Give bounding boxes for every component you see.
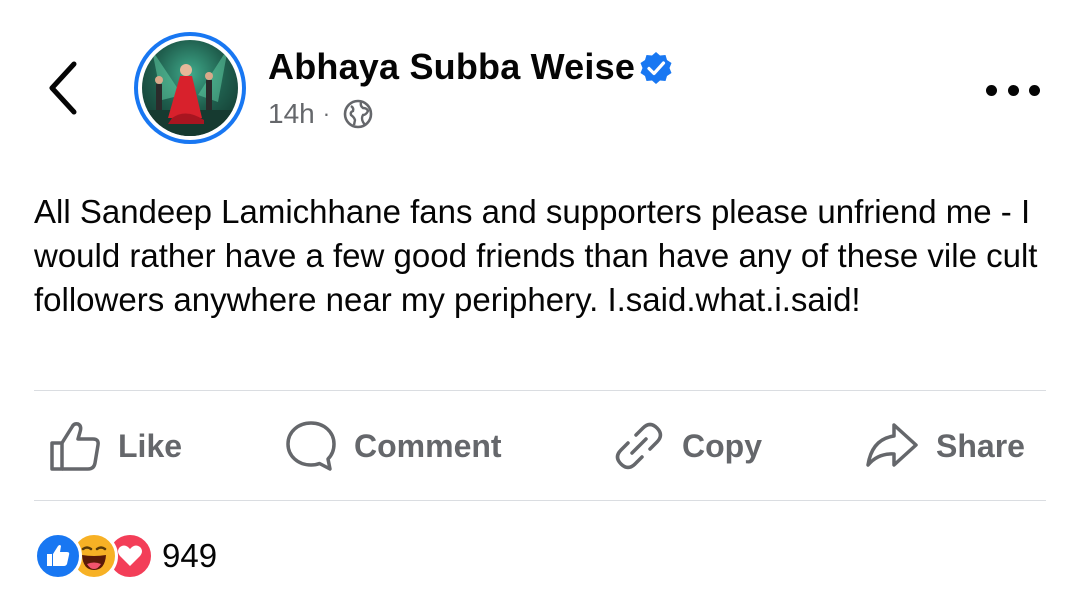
avatar-photo-icon [142, 48, 238, 136]
avatar[interactable] [134, 32, 246, 144]
post-text: All Sandeep Lamichhane fans and supporte… [34, 193, 1038, 318]
chevron-left-icon [49, 61, 77, 115]
post-meta: 14h · [268, 98, 374, 130]
more-dot-icon [1007, 84, 1019, 96]
share-arrow-icon [866, 423, 918, 467]
post-time[interactable]: 14h [268, 98, 315, 130]
meta-separator: · [322, 101, 331, 126]
comment-button[interactable]: Comment [284, 415, 502, 477]
more-dot-icon [1029, 84, 1040, 96]
verified-badge-icon [640, 52, 672, 84]
divider-bottom [34, 500, 1046, 501]
comment-label: Comment [354, 427, 502, 464]
back-button[interactable] [44, 58, 84, 118]
globe-icon[interactable] [342, 98, 374, 130]
reaction-count: 949 [162, 537, 218, 574]
comment-bubble-icon [286, 421, 336, 471]
divider-top [34, 390, 1046, 391]
share-label: Share [936, 427, 1025, 464]
copy-button[interactable]: Copy [612, 415, 762, 477]
like-button[interactable]: Like [48, 415, 182, 477]
more-dot-icon [986, 84, 997, 96]
thumbs-up-icon [50, 422, 100, 471]
link-icon [615, 422, 663, 470]
copy-label: Copy [682, 427, 762, 464]
more-options-button[interactable] [986, 80, 1040, 100]
like-reaction-icon [34, 532, 82, 580]
action-bar: Like Comment Copy Share [34, 395, 1046, 500]
like-label: Like [118, 427, 183, 464]
reactions-summary[interactable]: 949 [34, 530, 217, 582]
share-button[interactable]: Share [864, 415, 1025, 477]
author-name[interactable]: Abhaya Subba Weise [268, 46, 635, 88]
avatar-image [142, 40, 238, 136]
